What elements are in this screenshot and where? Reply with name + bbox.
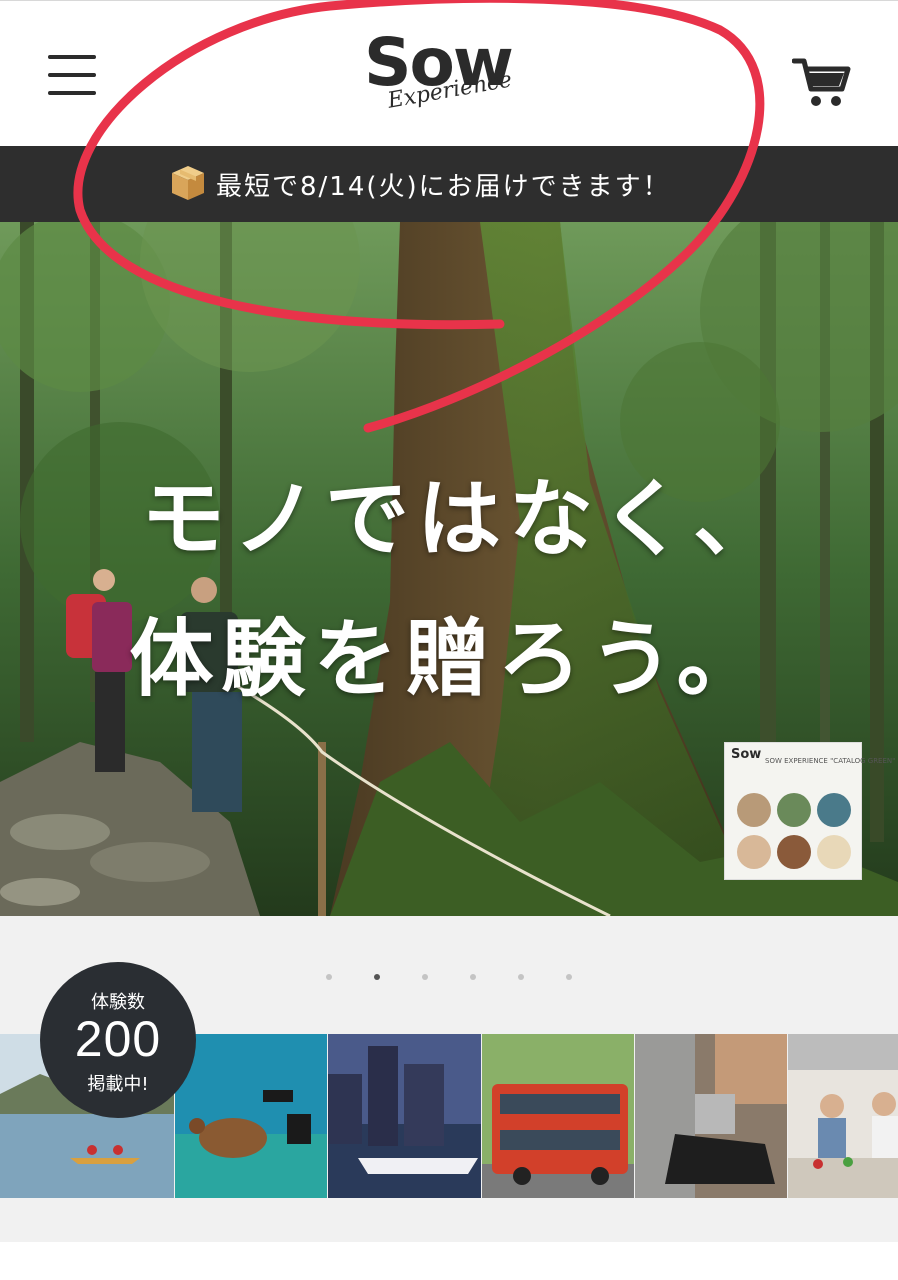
slider-dot-active[interactable] <box>374 974 380 980</box>
shopping-cart-icon[interactable] <box>791 55 852 111</box>
slider-dot[interactable] <box>326 974 332 980</box>
page-bottom-strip <box>0 1242 898 1280</box>
experience-count-number: 200 <box>74 1011 162 1067</box>
experience-count-badge: 体験数 200 掲載中! <box>40 962 196 1118</box>
site-header: Sow Experience <box>0 0 898 146</box>
tile-night-cruise[interactable] <box>328 1034 481 1198</box>
page-root: Sow Experience 最短で8/14(火)にお届けできます！ モノではな… <box>0 0 898 1280</box>
tile-shoe-making[interactable] <box>635 1034 787 1198</box>
hero-headline-line1: モノではなく、 <box>140 470 785 568</box>
hamburger-menu-icon[interactable] <box>44 51 100 101</box>
hero-headline-line2: 体験を贈ろう。 <box>129 610 769 708</box>
hero-banner[interactable]: モノではなく、 体験を贈ろう。 Sow SOW EXPERIENCE "CATA… <box>0 222 898 916</box>
slider-dot[interactable] <box>566 974 572 980</box>
tile-sightseeing-bus[interactable] <box>482 1034 634 1198</box>
slider-dot[interactable] <box>422 974 428 980</box>
catalog-photo-circle <box>817 835 851 869</box>
catalog-photo-circle <box>817 793 851 827</box>
slider-dot[interactable] <box>470 974 476 980</box>
experience-count-suffix: 掲載中! <box>87 1074 149 1095</box>
catalog-green-thumbnail[interactable]: Sow SOW EXPERIENCE "CATALOG GREEN" <box>724 742 895 880</box>
tile-sea-turtle-dive[interactable] <box>175 1034 327 1198</box>
catalog-photo-circle <box>777 793 811 827</box>
catalog-logo-text: Sow <box>731 747 762 762</box>
delivery-banner: 最短で8/14(火)にお届けできます！ <box>0 146 898 222</box>
catalog-title-text: SOW EXPERIENCE "CATALOG GREEN" <box>765 757 896 765</box>
sow-experience-logo[interactable]: Sow Experience <box>360 23 540 133</box>
tile-cooking-class[interactable] <box>788 1034 898 1198</box>
package-box-icon <box>170 164 206 202</box>
delivery-date-text: 最短で8/14(火)にお届けできます！ <box>216 172 671 202</box>
slider-dot[interactable] <box>518 974 524 980</box>
catalog-photo-circle <box>777 835 811 869</box>
catalog-photo-circle <box>737 835 771 869</box>
catalog-photo-circle <box>737 793 771 827</box>
